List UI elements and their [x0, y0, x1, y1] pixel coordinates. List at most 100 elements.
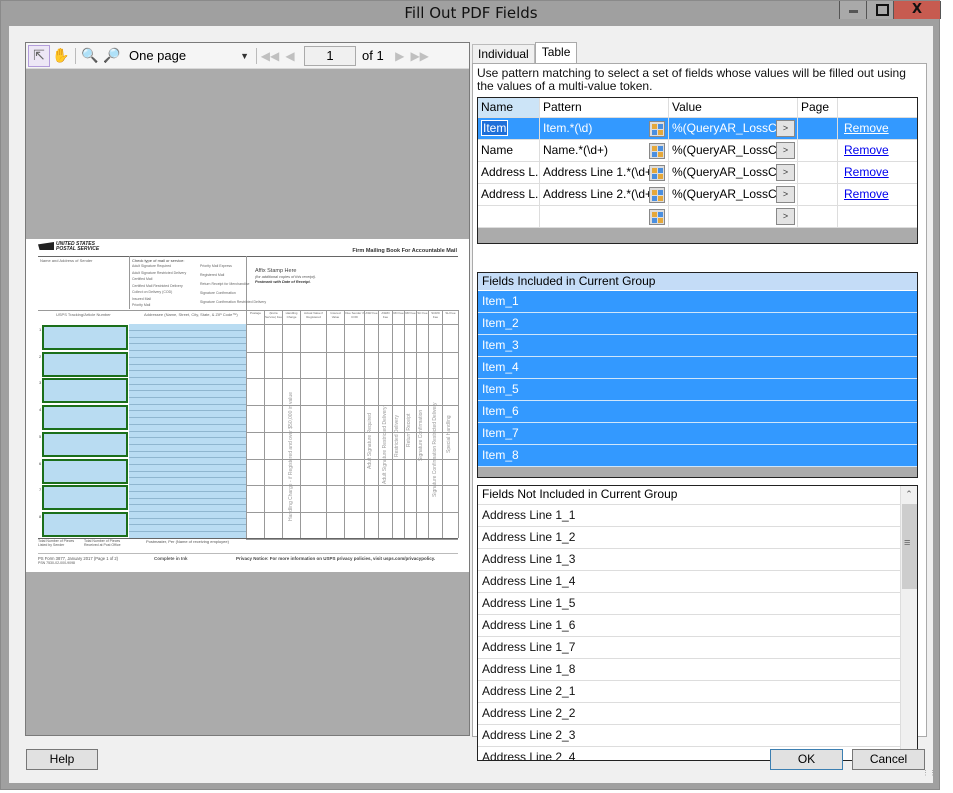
col-header-name[interactable]: Name [478, 98, 540, 117]
cell-pattern[interactable] [540, 206, 669, 227]
close-button[interactable]: X [894, 1, 940, 19]
included-list-item[interactable]: Item_8 [478, 445, 917, 467]
cell-name[interactable]: Name [478, 140, 540, 161]
cell-pattern[interactable]: Item.*(\d) [540, 118, 669, 139]
cell-pattern[interactable]: Name.*(\d+) [540, 140, 669, 161]
not-included-list-item[interactable]: Address Line 2_1 [478, 681, 901, 703]
tab-individual[interactable]: Individual [472, 44, 535, 64]
grid-row[interactable]: > [478, 206, 917, 228]
vertical-scrollbar[interactable]: ⌃ ⌄ [900, 486, 917, 760]
tracking-field[interactable] [42, 378, 128, 404]
cell-page[interactable] [798, 140, 838, 161]
cell-page[interactable] [798, 184, 838, 205]
field-picker-icon[interactable] [649, 143, 665, 159]
cell-page[interactable] [798, 118, 838, 139]
cell-value[interactable]: %(QueryAR_LossC... > [669, 118, 798, 139]
value-picker-button[interactable]: > [776, 208, 795, 225]
col-header-page[interactable]: Page [798, 98, 838, 117]
fee-column-header: Actual Value if Registered [304, 312, 323, 319]
first-page-icon[interactable]: ◀◀ [260, 49, 280, 63]
value-picker-button[interactable]: > [776, 164, 795, 181]
help-button[interactable]: Help [26, 749, 98, 770]
not-included-list-item[interactable]: Address Line 1_6 [478, 615, 901, 637]
cell-pattern[interactable]: Address Line 1.*(\d+) [540, 162, 669, 183]
included-list-item[interactable]: Item_7 [478, 423, 917, 445]
remove-link[interactable]: Remove [841, 143, 889, 157]
tab-table[interactable]: Table [534, 42, 578, 64]
value-picker-button[interactable]: > [776, 142, 795, 159]
grid-row[interactable]: Address L... Address Line 1.*(\d+) %(Query… [478, 162, 917, 184]
zoom-mode-dropdown[interactable]: One page ▼ [129, 46, 253, 66]
last-page-icon[interactable]: ▶▶ [410, 49, 430, 63]
remove-link[interactable]: Remove [841, 165, 889, 179]
cell-page[interactable] [798, 206, 838, 227]
maximize-button[interactable] [867, 1, 894, 19]
tracking-field[interactable] [42, 325, 128, 350]
zoom-in-icon[interactable]: 🔍 [79, 45, 101, 67]
zoom-out-icon[interactable]: 🔎 [101, 45, 123, 67]
toolbar-separator [256, 47, 257, 64]
previous-page-icon[interactable]: ◀ [280, 49, 300, 63]
grid-row[interactable]: Name Name.*(\d+) %(QueryAR_LossC... > Remove [478, 140, 917, 162]
cell-pattern[interactable]: Address Line 2.*(\d+) [540, 184, 669, 205]
cell-name[interactable]: Address L... [478, 162, 540, 183]
col-header-value[interactable]: Value [669, 98, 798, 117]
field-picker-icon[interactable] [649, 209, 665, 225]
minimize-button[interactable] [840, 1, 867, 19]
cancel-button[interactable]: Cancel [852, 749, 925, 770]
next-page-icon[interactable]: ▶ [390, 49, 410, 63]
service-checkbox-label: Collect on Delivery (COD) [132, 290, 173, 294]
field-picker-icon[interactable] [649, 187, 665, 203]
tracking-field[interactable] [42, 431, 128, 457]
cell-value[interactable]: %(QueryAR_LossC... > [669, 162, 798, 183]
cell-value[interactable]: > [669, 206, 798, 227]
tracking-field[interactable] [42, 511, 128, 537]
included-list-item[interactable]: Item_5 [478, 379, 917, 401]
cell-name[interactable] [478, 206, 540, 227]
cell-name[interactable]: Item [478, 118, 540, 139]
not-included-list-item[interactable]: Address Line 2_2 [478, 703, 901, 725]
grid-row[interactable]: Item Item.*(\d) %(QueryAR_LossC... > Remove [478, 118, 917, 140]
cell-value[interactable]: %(QueryAR_LossC... > [669, 184, 798, 205]
value-picker-button[interactable]: > [776, 186, 795, 203]
value-picker-button[interactable]: > [776, 120, 795, 137]
included-list-item[interactable]: Item_2 [478, 313, 917, 335]
scrollbar-thumb[interactable] [902, 504, 917, 589]
included-list-item[interactable]: Item_3 [478, 335, 917, 357]
page-number-input[interactable]: 1 [304, 45, 356, 66]
not-included-list-item[interactable]: Address Line 1_7 [478, 637, 901, 659]
rotated-fee-label: Signature Confirmation Restricted Delive… [432, 402, 438, 497]
select-arrow-icon[interactable]: ⇱ [28, 44, 50, 67]
scroll-up-icon[interactable]: ⌃ [901, 486, 917, 503]
field-picker-icon[interactable] [649, 121, 665, 137]
cell-name[interactable]: Address L... [478, 184, 540, 205]
not-included-list-item[interactable]: Address Line 1_8 [478, 659, 901, 681]
remove-link[interactable]: Remove [841, 121, 889, 135]
tracking-field[interactable] [42, 458, 128, 484]
addressee-fields[interactable] [129, 324, 246, 539]
included-list-item[interactable]: Item_4 [478, 357, 917, 379]
field-picker-icon[interactable] [649, 165, 665, 181]
not-included-list-item[interactable]: Address Line 1_5 [478, 593, 901, 615]
tracking-field[interactable] [42, 405, 128, 431]
included-list-item[interactable]: Item_1 [478, 291, 917, 313]
grid-row[interactable]: Address L... Address Line 2.*(\d+) %(Query… [478, 184, 917, 206]
cell-value[interactable]: %(QueryAR_LossC... > [669, 140, 798, 161]
grid-line [246, 511, 458, 513]
remove-link[interactable]: Remove [841, 187, 889, 201]
included-list-item[interactable]: Item_6 [478, 401, 917, 423]
tracking-field[interactable] [42, 485, 128, 511]
col-address: Addressee (Name, Street, City, State, & … [144, 312, 238, 317]
col-header-pattern[interactable]: Pattern [540, 98, 669, 117]
name-edit-field[interactable]: Item [481, 120, 509, 136]
not-included-list-item[interactable]: Address Line 1_3 [478, 549, 901, 571]
ok-button[interactable]: OK [770, 749, 843, 770]
tracking-field[interactable] [42, 351, 128, 377]
hand-pan-icon[interactable]: ✋ [50, 45, 72, 67]
not-included-list-item[interactable]: Address Line 1_4 [478, 571, 901, 593]
not-included-list-item[interactable]: Address Line 2_3 [478, 725, 901, 747]
cell-page[interactable] [798, 162, 838, 183]
not-included-list-item[interactable]: Address Line 1_1 [478, 505, 901, 527]
not-included-list-item[interactable]: Address Line 1_2 [478, 527, 901, 549]
resize-grip-icon[interactable]: ⋮⋮ [922, 770, 936, 780]
